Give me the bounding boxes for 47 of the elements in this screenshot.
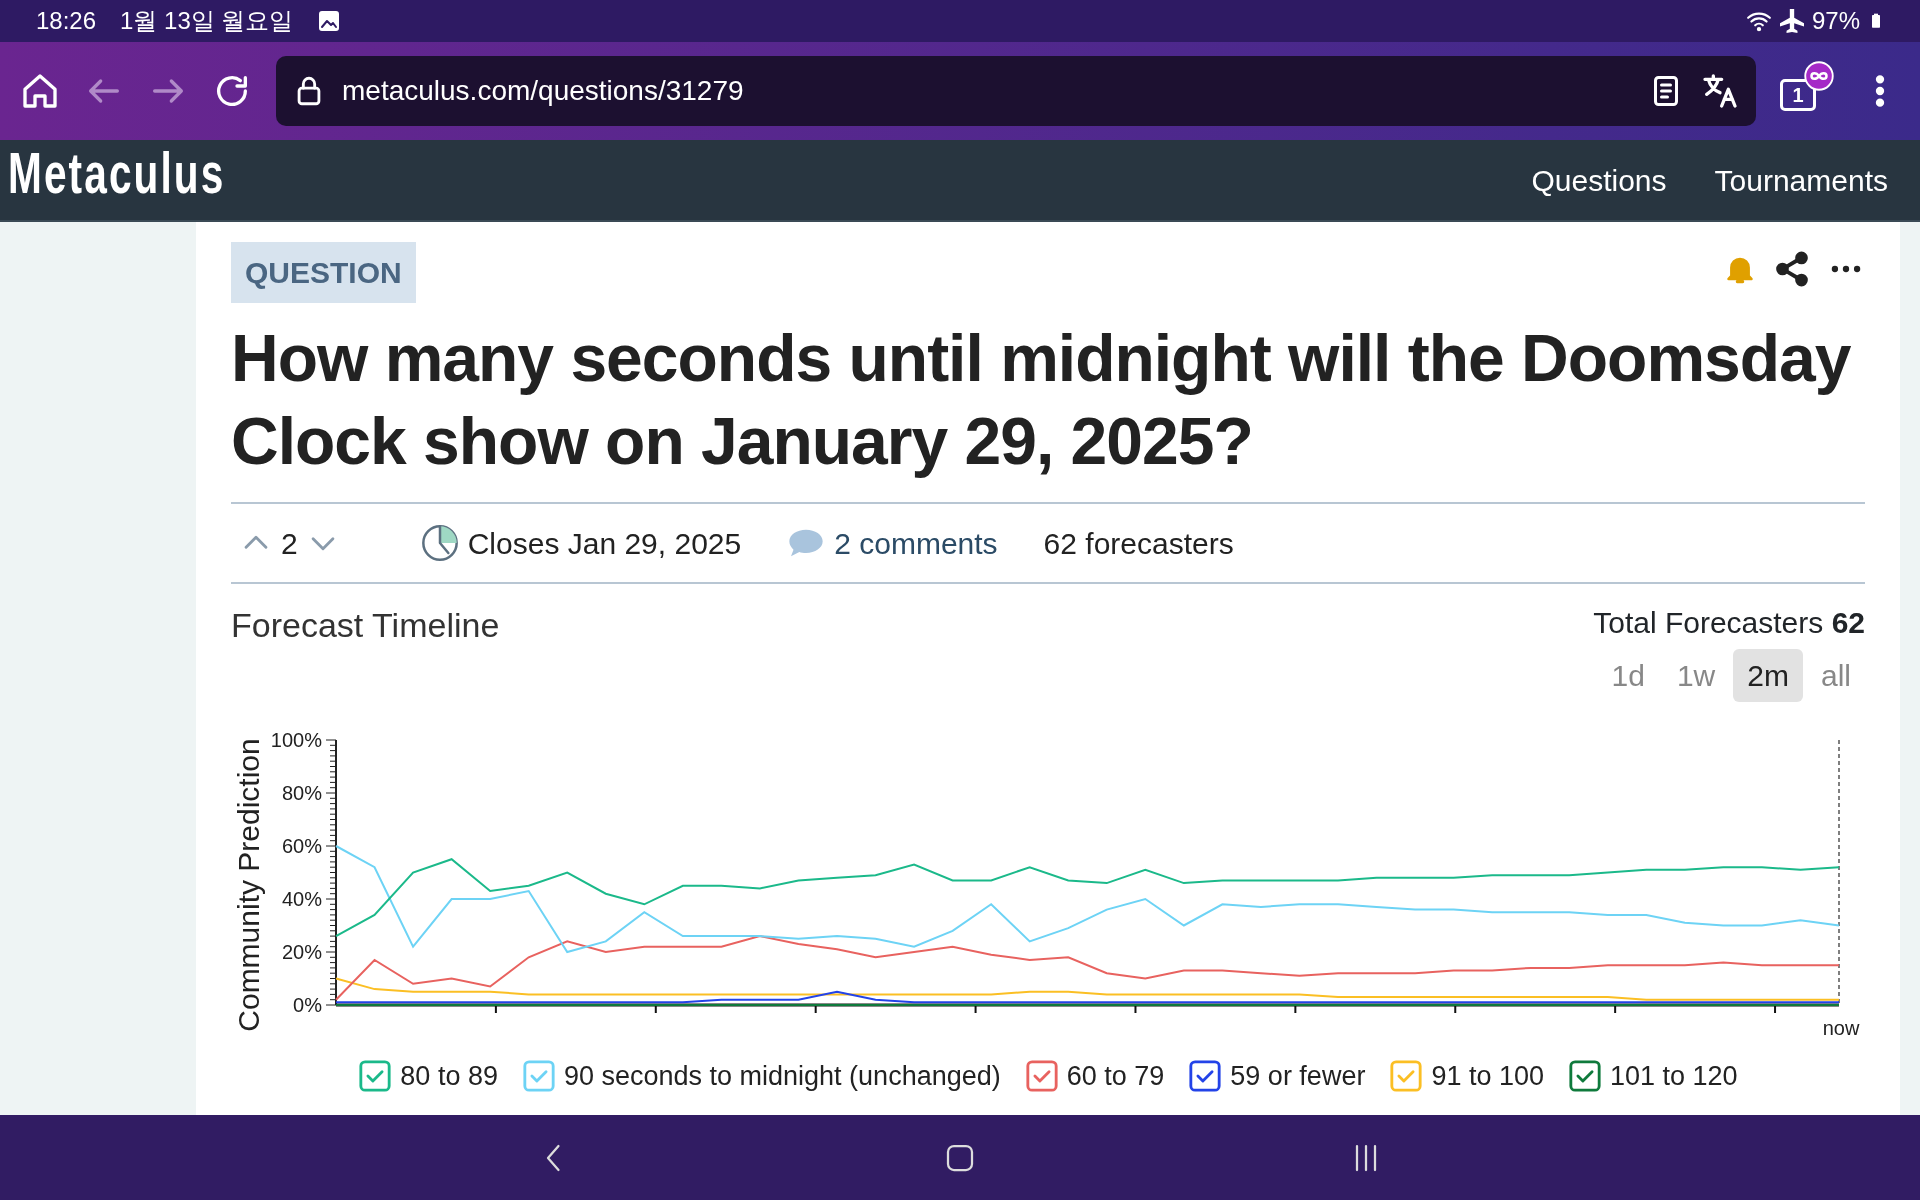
legend-checkbox[interactable] [1389, 1059, 1424, 1094]
question-title: How many seconds until midnight will the Doomsday Clock show on January 29, 2025? [231, 320, 1852, 480]
y-tick-label: 80% [281, 782, 322, 804]
legend-checkbox[interactable] [1188, 1059, 1223, 1094]
home-icon[interactable] [20, 71, 60, 111]
legend-label: 59 or fewer [1230, 1060, 1366, 1093]
clock-progress-icon [419, 523, 460, 563]
timeline-title: Forecast Timeline [231, 605, 500, 646]
y-tick-label: 20% [281, 941, 322, 963]
forecasters-count: 62 forecasters [1043, 525, 1234, 562]
total-forecasters: Total Forecasters 62 [1593, 605, 1865, 641]
legend-checkbox[interactable] [521, 1059, 556, 1094]
battery-percent: 97% [1811, 6, 1860, 36]
range-tab[interactable]: 1w [1662, 649, 1730, 702]
legend-label: 101 to 120 [1610, 1060, 1738, 1093]
legend-label: 60 to 79 [1066, 1060, 1165, 1093]
now-label: now [1822, 1017, 1860, 1039]
question-tag: QUESTION [231, 242, 416, 303]
legend-label: 80 to 89 [400, 1060, 498, 1093]
range-tab[interactable]: 2m [1733, 649, 1803, 702]
infinity-badge-icon [1804, 61, 1834, 91]
comments-link[interactable]: 2 comments [834, 520, 998, 566]
nav-link[interactable]: Questions [1531, 157, 1667, 203]
range-tab[interactable]: all [1807, 649, 1865, 702]
legend-label: 91 to 100 [1431, 1060, 1544, 1093]
clock-time: 18:26 [36, 6, 97, 36]
y-tick-label: 0% [293, 994, 322, 1016]
site-logo[interactable]: Metaculus [8, 144, 226, 202]
url-field[interactable]: metaculus.com/questions/31279 [276, 56, 1756, 126]
y-tick-label: 40% [281, 888, 322, 910]
y-axis-label: Community Prediction [232, 738, 265, 1032]
legend-checkbox[interactable] [1024, 1059, 1059, 1094]
airplane-icon [1779, 9, 1804, 33]
legend-checkbox[interactable] [358, 1059, 393, 1094]
legend-label: 90 seconds to midnight (unchanged) [563, 1060, 1001, 1093]
range-tab[interactable]: 1d [1597, 649, 1659, 702]
legend-checkbox[interactable] [1568, 1059, 1602, 1094]
nav-link[interactable]: Tournaments [1714, 157, 1888, 203]
vote-count: 2 [281, 525, 298, 562]
y-tick-label: 60% [281, 835, 322, 857]
translate-icon[interactable] [1700, 71, 1740, 111]
y-tick-label: 100% [270, 729, 322, 751]
url-text: metaculus.com/questions/31279 [342, 74, 745, 108]
share-icon[interactable] [1773, 250, 1811, 288]
date-text: 1월 13일 월요일 [120, 6, 294, 36]
close-date: Closes Jan 29, 2025 [467, 525, 742, 562]
image-icon [317, 9, 342, 33]
